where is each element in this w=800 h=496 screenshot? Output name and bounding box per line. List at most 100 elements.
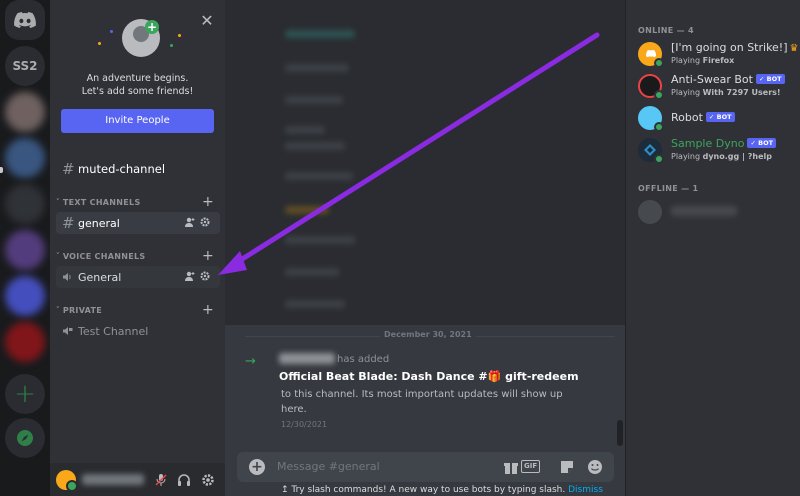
mute-microphone-icon[interactable] [154,472,168,486]
member-name-blurred [671,206,737,216]
member-item[interactable] [638,198,798,230]
adventure-line-1: An adventure begins. [86,73,189,84]
bot-tag: ✓ BOT [747,138,777,148]
member-name-text: Robot [671,111,703,124]
online-header: ONLINE — 4 [638,26,694,35]
blurred-message [285,30,355,38]
invite-member-icon[interactable] [185,217,195,227]
system-message-username[interactable] [279,353,335,364]
sparkle-decoration [170,44,173,47]
invite-people-button[interactable]: Invite People [61,109,214,133]
server-icon[interactable] [5,276,45,316]
invite-member-icon[interactable] [185,271,195,281]
unread-indicator [0,167,3,173]
member-name: Robot ✓ BOT [671,111,735,124]
crown-icon: ♛ [789,43,799,54]
avatar[interactable] [56,470,78,492]
sparkle-decoration [98,42,101,45]
member-item[interactable]: Anti-Swear Bot ✓ BOT Playing With 7297 Us… [638,72,798,104]
activity-prefix: Playing [671,88,703,97]
gift-icon[interactable] [503,459,519,475]
category-private[interactable]: ˅ PRIVATE + [56,302,220,318]
message-input[interactable] [277,460,477,473]
discord-logo-icon [14,12,36,28]
create-channel-icon[interactable]: + [202,194,214,210]
date-divider-label: December 30, 2021 [380,330,476,339]
voice-channel-test[interactable]: Test Channel [56,320,220,342]
channel-name: muted-channel [78,162,166,176]
blurred-message [285,268,339,276]
sticker-icon[interactable] [559,459,575,475]
member-activity: Playing dyno.gg | ?help [671,152,772,161]
gif-button[interactable]: GIF [521,460,541,473]
user-panel [50,463,225,496]
server-icon[interactable] [5,138,45,178]
blurred-message [285,64,349,72]
category-text-channels[interactable]: ˅ TEXT CHANNELS + [56,194,220,210]
sparkle-decoration [110,30,113,33]
member-item[interactable]: Robot ✓ BOT [638,104,798,136]
home-button[interactable] [5,0,45,40]
upload-plus-icon[interactable]: + [249,459,265,475]
bot-tag: ✓ BOT [755,74,785,84]
followed-channel-title[interactable]: Official Beat Blade: Dash Dance #🎁 gift-… [279,370,579,383]
adventure-line-2: Let's add some friends! [81,86,194,97]
channel-name: general [78,216,120,230]
category-label: TEXT CHANNELS [62,197,141,207]
server-icon[interactable] [5,322,45,362]
voice-channel-general[interactable]: General [56,266,220,288]
server-rail: SS2 + [0,0,50,496]
username-blurred [82,474,144,485]
server-icon[interactable] [5,184,45,224]
member-name-text: Anti-Swear Bot [671,73,753,86]
server-icon-ss2[interactable]: SS2 [5,46,45,86]
speaker-icon [62,268,72,286]
explore-servers-button[interactable] [5,418,45,458]
blurred-message [285,236,355,244]
activity-name: With 7297 Users! [702,88,781,97]
headphones-icon[interactable] [177,472,191,486]
channel-name: Test Channel [78,324,149,338]
member-list: ONLINE — 4 [I'm going on Strike!] ♛ Playi… [625,0,800,496]
member-activity: Playing Firefox [671,56,734,65]
member-activity: Playing With 7297 Users! [671,88,781,97]
server-icon[interactable] [5,230,45,270]
slash-command-tip: ↥ Try slash commands! A new way to use b… [281,485,603,495]
add-server-button[interactable]: + [5,374,45,414]
create-channel-icon[interactable]: + [202,302,214,318]
compass-icon [17,430,33,446]
chevron-down-icon: ˅ [56,252,60,260]
invite-card: ✕ + An adventure begins. Let's add some … [50,0,225,150]
tip-icon: ↥ [281,485,292,495]
message-composer: + GIF [237,452,614,482]
member-name: Anti-Swear Bot ✓ BOT [671,73,785,86]
category-voice-channels[interactable]: ˅ VOICE CHANNELS + [56,248,220,264]
member-name: [I'm going on Strike!] ♛ [671,41,798,54]
blurred-message [285,96,343,104]
hash-icon: # [62,160,75,178]
bot-tag: ✓ BOT [705,112,735,122]
rail-separator [16,35,34,37]
chevron-down-icon: ˅ [56,198,60,206]
member-item[interactable]: Sample Dyno ✓ BOT Playing dyno.gg | ?help [638,136,798,168]
emoji-icon[interactable] [587,459,603,475]
channel-general[interactable]: # general [56,212,220,234]
channel-muted-channel[interactable]: # muted-channel [56,158,220,180]
gear-icon[interactable] [200,217,210,227]
activity-prefix: Playing [671,152,703,161]
close-icon[interactable]: ✕ [200,13,214,29]
scrollbar-thumb[interactable] [617,420,623,446]
gear-icon[interactable] [200,271,210,281]
avatar [638,200,662,224]
member-name: Sample Dyno ✓ BOT [671,137,777,150]
blurred-message [285,172,353,180]
create-channel-icon[interactable]: + [202,248,214,264]
tip-text: Try slash commands! A new way to use bot… [291,485,566,495]
user-settings-gear-icon[interactable] [201,472,215,486]
blurred-message [285,300,345,308]
server-icon[interactable] [5,92,45,132]
dismiss-link[interactable]: Dismiss [568,485,603,495]
blurred-message [285,142,345,150]
member-item[interactable]: [I'm going on Strike!] ♛ Playing Firefox [638,40,798,72]
category-label: PRIVATE [62,305,103,315]
